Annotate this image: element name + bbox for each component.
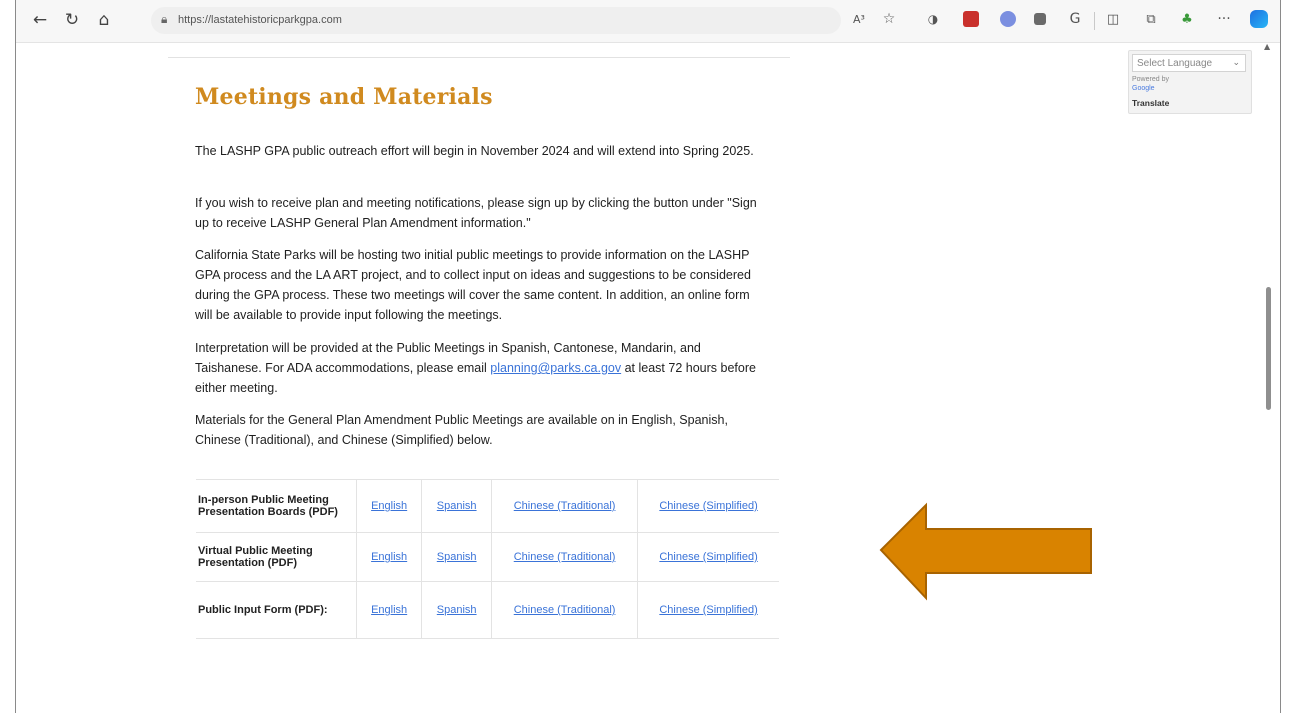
meetings-paragraph: California State Parks will be hosting t…: [195, 248, 751, 322]
scrollbar-thumb[interactable]: [1266, 287, 1271, 410]
back-icon[interactable]: ←: [28, 8, 52, 32]
chinese-simplified-pdf-link[interactable]: Chinese (Simplified): [659, 500, 757, 512]
language-select[interactable]: Select Language ⌄: [1132, 54, 1246, 72]
copilot-icon[interactable]: [1250, 10, 1268, 28]
favorite-star-icon[interactable]: ☆: [878, 8, 900, 30]
planning-email-link[interactable]: planning@parks.ca.gov: [490, 361, 621, 375]
table-row: Public Input Form (PDF): English Spanish…: [196, 581, 779, 639]
google-translate-widget: Select Language ⌄ Powered by Google Tran…: [1128, 50, 1252, 114]
english-pdf-link[interactable]: English: [371, 551, 407, 563]
spanish-pdf-link[interactable]: Spanish: [437, 551, 477, 563]
translate-link[interactable]: Translate: [1132, 98, 1169, 108]
extension-c-icon[interactable]: G: [1064, 8, 1086, 30]
row-label: Public Input Form (PDF):: [196, 581, 357, 639]
home-icon[interactable]: ⌂: [92, 8, 116, 32]
extension-blue-icon[interactable]: [1000, 11, 1016, 27]
more-icon[interactable]: ···: [1213, 8, 1235, 30]
powered-by-label: Powered by: [1132, 76, 1169, 83]
spanish-pdf-link[interactable]: Spanish: [437, 500, 477, 512]
extension-green-icon[interactable]: ♣: [1176, 8, 1198, 30]
chinese-traditional-pdf-link[interactable]: Chinese (Traditional): [514, 500, 616, 512]
scroll-up-arrow-icon[interactable]: ▲: [1264, 42, 1270, 51]
read-aloud-icon[interactable]: A³: [848, 8, 870, 30]
section-divider: [168, 57, 790, 58]
page-title: Meetings and Materials: [195, 84, 493, 110]
interpretation-paragraph: Interpretation will be provided at the P…: [195, 338, 770, 398]
chinese-simplified-pdf-link[interactable]: Chinese (Simplified): [659, 604, 757, 616]
browser-toolbar: ← ↻ ⌂ 🔒︎ https://lastatehistoricparkgpa.…: [16, 0, 1280, 43]
collections-icon[interactable]: ⧉: [1140, 8, 1162, 30]
intro-paragraph: The LASHP GPA public outreach effort wil…: [195, 144, 754, 158]
english-pdf-link[interactable]: English: [371, 500, 407, 512]
extension-red-icon[interactable]: [963, 11, 979, 27]
toolbar-separator: [1094, 12, 1095, 30]
address-bar[interactable]: 🔒︎ https://lastatehistoricparkgpa.com: [151, 7, 841, 34]
materials-table: In-person Public Meeting Presentation Bo…: [196, 479, 779, 639]
row-label: In-person Public Meeting Presentation Bo…: [196, 479, 357, 533]
address-url[interactable]: https://lastatehistoricparkgpa.com: [178, 14, 342, 26]
chinese-simplified-pdf-link[interactable]: Chinese (Simplified): [659, 551, 757, 563]
split-screen-icon[interactable]: ◫: [1102, 8, 1124, 30]
signup-paragraph: If you wish to receive plan and meeting …: [195, 196, 757, 230]
english-pdf-link[interactable]: English: [371, 604, 407, 616]
table-row: In-person Public Meeting Presentation Bo…: [196, 479, 779, 533]
materials-paragraph: Materials for the General Plan Amendment…: [195, 413, 728, 447]
table-row: Virtual Public Meeting Presentation (PDF…: [196, 532, 779, 582]
spanish-pdf-link[interactable]: Spanish: [437, 604, 477, 616]
language-select-label: Select Language: [1137, 57, 1213, 69]
chevron-down-icon: ⌄: [1232, 57, 1240, 67]
chinese-traditional-pdf-link[interactable]: Chinese (Traditional): [514, 604, 616, 616]
screenshot-frame-right: [1280, 0, 1281, 713]
refresh-icon[interactable]: ↻: [60, 8, 84, 32]
extension-grid-icon[interactable]: [1034, 13, 1046, 25]
chinese-traditional-pdf-link[interactable]: Chinese (Traditional): [514, 551, 616, 563]
google-logo: Google: [1132, 85, 1155, 92]
site-info-icon[interactable]: 🔒︎: [161, 12, 167, 27]
row-label: Virtual Public Meeting Presentation (PDF…: [196, 532, 357, 582]
extension-circle-icon[interactable]: ◑: [922, 8, 944, 30]
annotation-arrow-icon: [879, 502, 1092, 601]
